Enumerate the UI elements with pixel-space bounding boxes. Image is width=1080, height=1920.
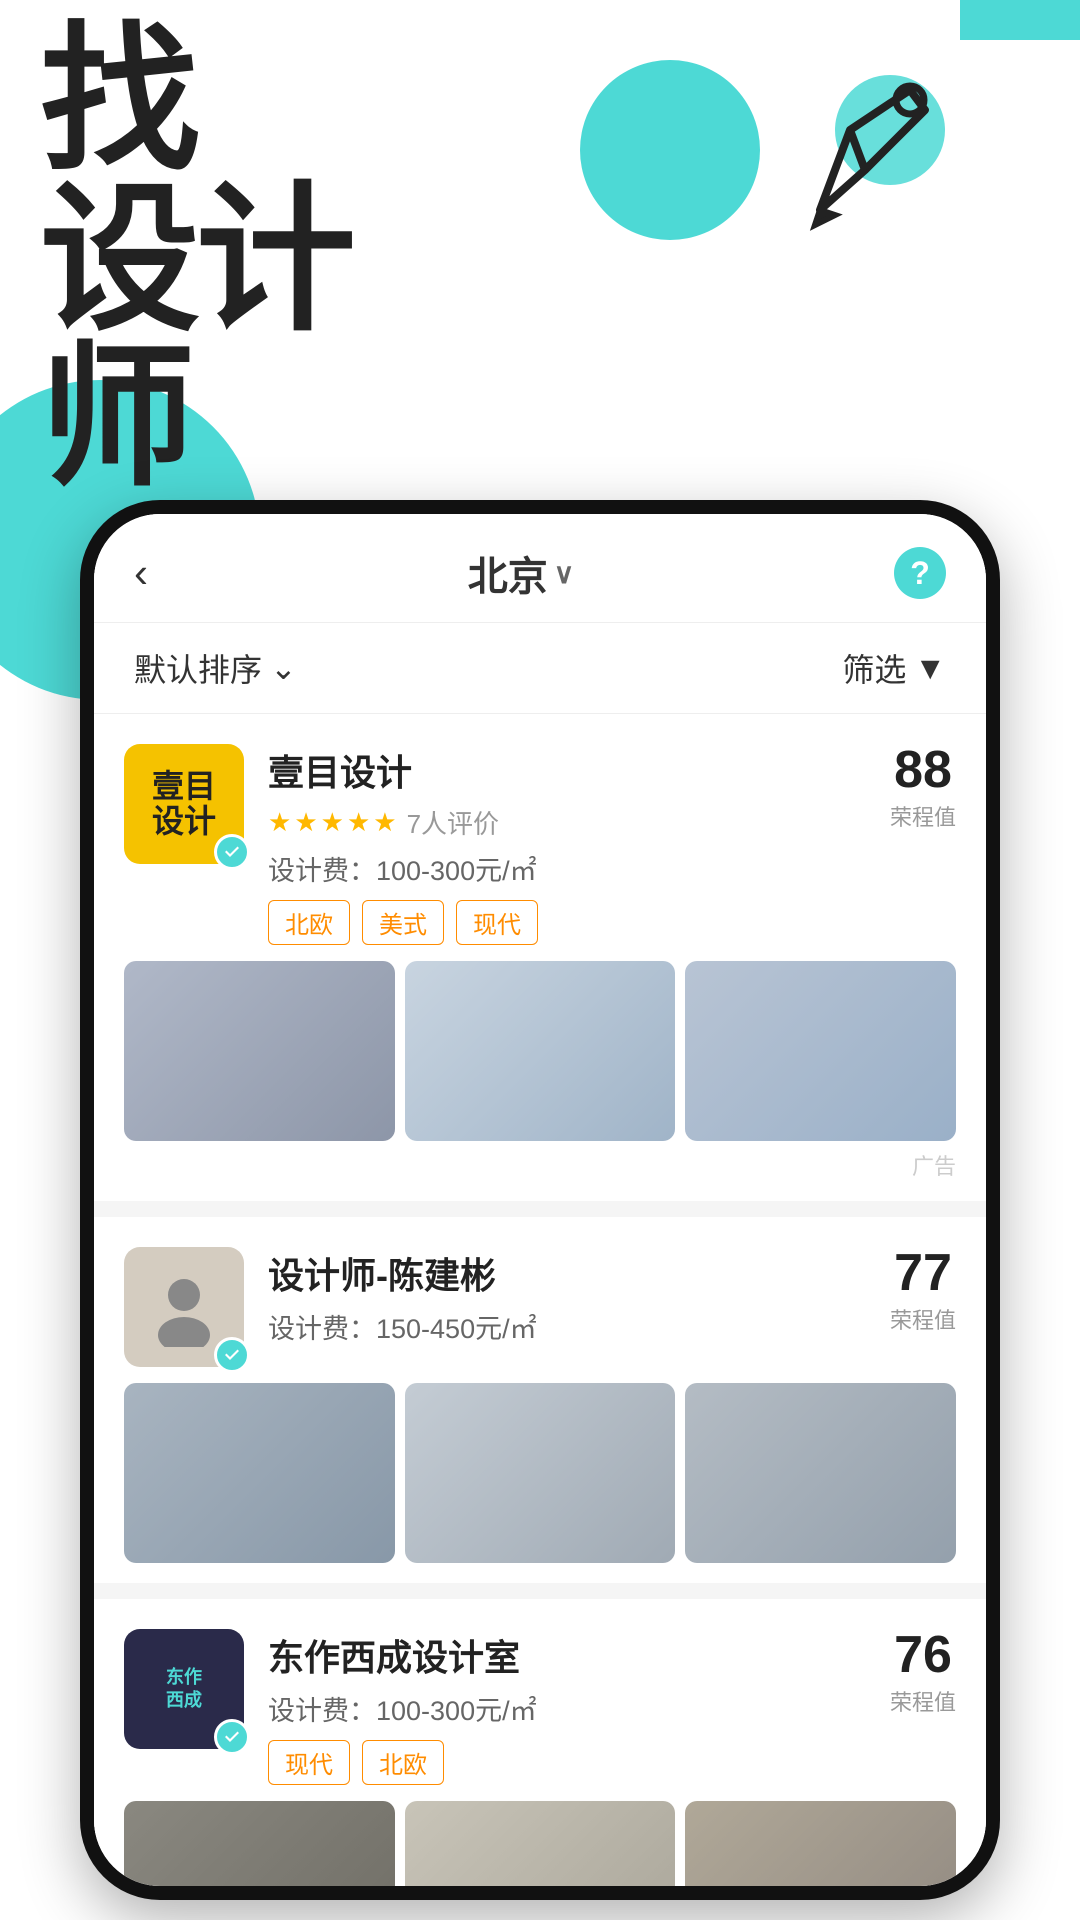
card-info: 东作西成设计室 设计费：100-300元/㎡ 现代 北欧 [268,1629,890,1785]
sort-label: 默认排序 [134,645,262,691]
designer-name: 壹目设计 [268,744,890,796]
chevron-down-icon: ∨ [554,557,575,590]
accent-decoration [960,0,1080,40]
tags: 现代 北欧 [268,1740,890,1785]
city-label: 北京 [468,544,548,602]
ad-label: 广告 [124,1149,956,1181]
score-box: 88 荣程值 [890,744,956,832]
tag-item: 北欧 [362,1740,444,1785]
filter-button[interactable]: 筛选 ▼ [842,645,946,691]
rating-row: ★ ★ ★ ★ ★ 7人评价 [268,804,890,841]
chevron-down-icon: ⌄ [270,649,297,687]
star: ★ [373,807,396,838]
help-button[interactable]: ? [894,547,946,599]
hero-line1: 找 [40,20,352,180]
verified-badge [214,1337,250,1373]
pen-icon [760,50,1000,290]
tag-item: 现代 [456,900,538,945]
avatar-wrap: 东作 西成 [124,1629,244,1749]
star: ★ [294,807,317,838]
score-number: 88 [890,744,956,796]
score-box: 76 荣程值 [890,1629,956,1717]
filter-icon: ▼ [914,650,946,687]
score-label: 荣程值 [890,1303,956,1335]
card-info: 壹目设计 ★ ★ ★ ★ ★ 7人评价 设计费：100-300元/㎡ [268,744,890,945]
star: ★ [268,807,291,838]
card-header: 壹目设计 壹目设计 ★ ★ ★ ★ [124,744,956,945]
designer-card[interactable]: 东作 西成 东作西成设计室 设计费：100-300元/㎡ 现代 [94,1599,986,1886]
tag-item: 美式 [362,900,444,945]
gallery-image[interactable] [405,1383,676,1563]
filter-label: 筛选 [842,645,906,691]
person-icon [144,1267,224,1347]
designer-card[interactable]: 设计师-陈建彬 设计费：150-450元/㎡ 77 荣程值 [94,1217,986,1583]
phone-inner: ‹ 北京 ∨ ? 默认排序 ⌄ 筛选 ▼ [94,514,986,1886]
rating-count: 7人评价 [407,804,499,841]
card-info: 设计师-陈建彬 设计费：150-450元/㎡ [268,1247,890,1358]
star: ★ [347,807,370,838]
phone-mockup: ‹ 北京 ∨ ? 默认排序 ⌄ 筛选 ▼ [80,500,1000,1900]
bg-circle-right [580,60,760,240]
score-label: 荣程值 [890,800,956,832]
sort-button[interactable]: 默认排序 ⌄ [134,645,297,691]
score-number: 77 [890,1247,956,1299]
gallery-image[interactable] [124,1801,395,1886]
gallery-image[interactable] [124,961,395,1141]
card-header: 设计师-陈建彬 设计费：150-450元/㎡ 77 荣程值 [124,1247,956,1367]
stars: ★ ★ ★ ★ ★ [268,807,397,838]
hero-line2: 设计 [40,180,352,340]
card-header: 东作 西成 东作西成设计室 设计费：100-300元/㎡ 现代 [124,1629,956,1785]
score-label: 荣程值 [890,1685,956,1717]
avatar-wrap [124,1247,244,1367]
image-gallery [124,1383,956,1563]
phone-header: ‹ 北京 ∨ ? [94,514,986,623]
gallery-image[interactable] [405,961,676,1141]
filter-bar: 默认排序 ⌄ 筛选 ▼ [94,623,986,714]
verified-badge [214,834,250,870]
gallery-image[interactable] [124,1383,395,1563]
gallery-image[interactable] [405,1801,676,1886]
score-box: 77 荣程值 [890,1247,956,1335]
design-fee: 设计费：100-300元/㎡ [268,849,890,888]
hero-text-block: 找 设计 师 [40,20,352,495]
image-gallery [124,961,956,1141]
tags: 北欧 美式 现代 [268,900,890,945]
image-gallery [124,1801,956,1886]
gallery-image[interactable] [685,1801,956,1886]
content-area: 壹目设计 壹目设计 ★ ★ ★ ★ [94,714,986,1886]
star: ★ [321,807,344,838]
design-fee: 设计费：150-450元/㎡ [268,1307,890,1346]
tag-item: 现代 [268,1740,350,1785]
designer-name: 东作西成设计室 [268,1629,890,1681]
avatar-wrap: 壹目设计 [124,744,244,864]
back-button[interactable]: ‹ [134,549,148,597]
designer-name: 设计师-陈建彬 [268,1247,890,1299]
designer-card[interactable]: 壹目设计 壹目设计 ★ ★ ★ ★ [94,714,986,1201]
score-number: 76 [890,1629,956,1681]
hero-line3: 师 [40,340,352,495]
gallery-image[interactable] [685,961,956,1141]
city-selector[interactable]: 北京 ∨ [468,544,575,602]
verified-badge [214,1719,250,1755]
design-fee: 设计费：100-300元/㎡ [268,1689,890,1728]
gallery-image[interactable] [685,1383,956,1563]
tag-item: 北欧 [268,900,350,945]
